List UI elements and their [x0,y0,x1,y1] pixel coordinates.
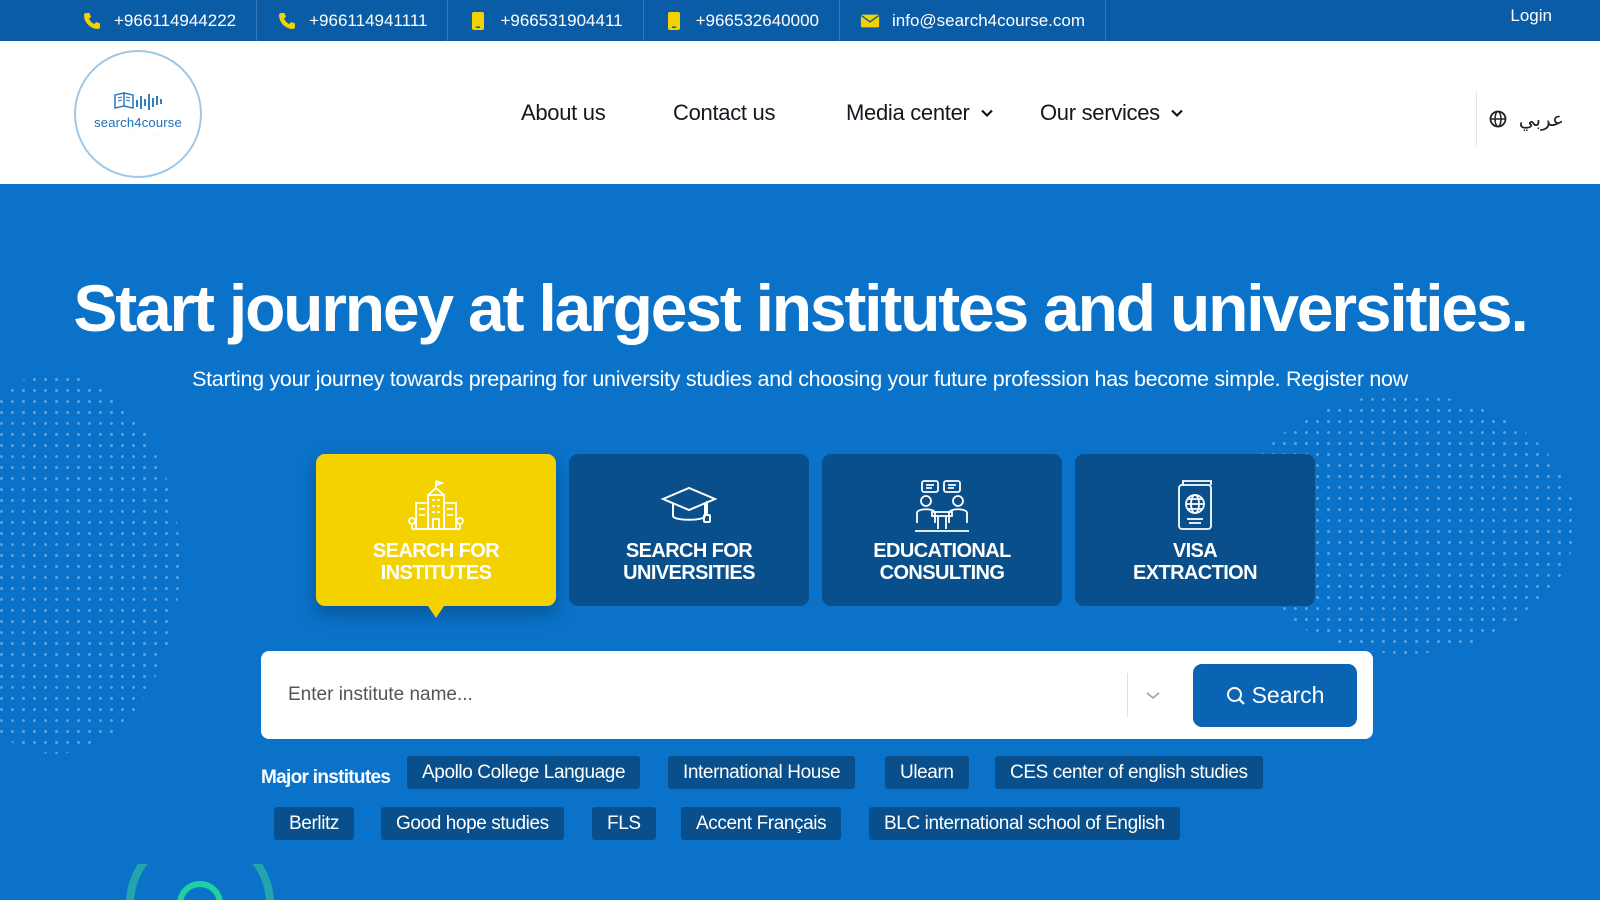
login-link[interactable]: Login [1510,0,1552,41]
mobile-icon [664,11,684,31]
tab-label-line1: SEARCH FOR [625,540,753,562]
nav-our-services[interactable]: Our services [1040,41,1184,184]
contact-text: info@search4course.com [891,10,1085,30]
contact-text: +966114941111 [309,10,428,30]
logo-wordmark: search4course [94,114,182,130]
language-label: عربي [1518,108,1564,131]
logo-tagline-decoration: · · · · · · · · · · · · [103,131,173,138]
consulting-icon [914,476,970,536]
nav-label: About us [521,99,606,125]
search-button-label: Search [1251,682,1325,708]
graduation-cap-icon [661,476,717,536]
tab-visa-extraction[interactable]: VISA EXTRACTION [1075,454,1315,606]
tab-label-line2: CONSULTING [879,562,1005,584]
institute-search-input[interactable] [288,673,1118,717]
nav-label: Media center [846,99,970,125]
nav-media-center[interactable]: Media center [846,41,994,184]
tab-search-institutes[interactable]: SEARCH FOR INSTITUTES [316,454,556,618]
tab-label-line2: UNIVERSITIES [623,562,755,584]
tab-label-line2: EXTRACTION [1132,562,1258,584]
institute-chip[interactable]: CES center of english studies [995,756,1263,789]
globe-icon [1489,110,1507,128]
tab-search-universities[interactable]: SEARCH FOR UNIVERSITIES [569,454,809,606]
service-tabs: SEARCH FOR INSTITUTES SEARCH FOR UNIVERS… [316,454,1328,618]
contact-phone-2[interactable]: +966114941111 [257,0,449,41]
institute-chip[interactable]: Good hope studies [381,807,564,840]
active-tab-pointer [428,606,444,618]
contact-phone-1[interactable]: +966114944222 [0,0,258,41]
main-header: search4course · · · · · · · · · · · · Ab… [0,41,1600,184]
institute-chip[interactable]: Berlitz [274,807,354,840]
phone-icon [277,11,297,31]
tab-label-line1: VISA [1172,540,1218,562]
top-contact-bar: +966114944222 +966114941111 +96653190441… [0,0,1600,41]
institute-chip[interactable]: Ulearn [885,756,969,789]
divider [1127,673,1128,717]
institute-chip[interactable]: Apollo College Language [407,756,641,789]
mail-icon [860,11,880,31]
passport-icon [1175,476,1215,536]
contact-text: +966114944222 [114,10,237,30]
tab-label-line1: EDUCATIONAL [873,540,1011,562]
decorative-arc [126,864,274,900]
nav-label: Contact us [673,99,776,125]
contact-email[interactable]: info@search4course.com [840,0,1106,41]
hero-section: Start journey at largest institutes and … [0,184,1600,900]
logo-mark-icon [114,91,162,110]
search-icon [1226,686,1245,705]
contact-mobile-2[interactable]: +966532640000 [644,0,840,41]
nav-label: Our services [1040,99,1160,125]
contact-text: +966532640000 [695,10,819,30]
tab-label-line1: SEARCH FOR [372,540,500,562]
phone-icon [82,11,102,31]
nav-about-us[interactable]: About us [521,41,606,184]
building-icon [408,476,464,536]
nav-contact-us[interactable]: Contact us [673,41,775,184]
institute-chip[interactable]: BLC international school of English [869,807,1180,840]
institute-chip[interactable]: Accent Français [681,807,842,840]
site-logo[interactable]: search4course · · · · · · · · · · · · [74,50,202,178]
search-bar: Search [261,651,1373,739]
search-button[interactable]: Search [1193,664,1357,727]
chevron-down-icon [1171,109,1183,117]
institute-chip[interactable]: International House [668,756,856,789]
tab-label-line2: INSTITUTES [380,562,492,584]
language-switch[interactable]: عربي [1475,91,1564,147]
contact-mobile-1[interactable]: +966531904411 [448,0,644,41]
hero-headline: Start journey at largest institutes and … [73,271,1528,345]
contact-text: +966531904411 [500,10,623,30]
chevron-down-icon[interactable] [1141,683,1165,707]
institute-chip[interactable]: FLS [592,807,656,840]
mobile-icon [468,11,488,31]
chevron-down-icon [980,109,993,117]
major-institutes-label: Major institutes [261,767,391,788]
hero-subheadline: Starting your journey towards preparing … [192,367,1408,391]
dot-pattern-decoration [0,374,180,754]
tab-educational-consulting[interactable]: EDUCATIONAL CONSULTING [822,454,1062,606]
